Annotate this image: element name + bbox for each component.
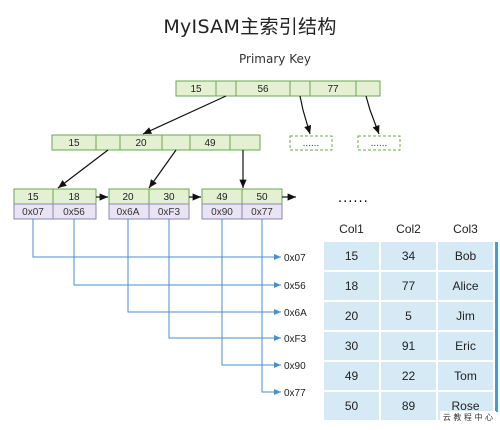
leaf-address: 0xF3: [158, 207, 181, 218]
leaf-node: 15 18 0x07 0x56: [13, 188, 97, 220]
address-pointer-line: [73, 219, 281, 288]
column-header: Col3: [453, 222, 478, 236]
table-row: 49 22 Tom: [322, 360, 495, 392]
root-key: 77: [327, 84, 339, 95]
address-pointer-line: [261, 219, 281, 395]
leaf-continuation-dots: ......: [338, 191, 369, 206]
data-table: Col1 Col2 Col3 15 34 Bob 18 77 Alice 20 …: [322, 218, 495, 422]
address-pointer-line: [221, 219, 281, 368]
leaf-address: 0x56: [63, 207, 85, 218]
row-address-label: 0x77: [284, 388, 306, 399]
table-row: 20 5 Jim: [322, 300, 495, 332]
column-header: Col1: [339, 222, 364, 236]
row-address-label: 0x56: [284, 281, 306, 292]
root-node: 15 56 77: [175, 80, 381, 97]
placeholder-dots: ......: [303, 138, 320, 149]
table-cell: Jim: [436, 300, 495, 332]
row-address-label: 0x07: [284, 253, 306, 264]
leaf-key: 49: [216, 192, 228, 203]
table-header-row: Col1 Col2 Col3: [323, 218, 494, 241]
root-key: 56: [257, 84, 269, 95]
table-cell: 91: [379, 330, 438, 362]
internal-key: 20: [135, 138, 147, 149]
leaf-key: 15: [27, 192, 39, 203]
address-pointers: [32, 219, 281, 395]
internal-key: 49: [204, 138, 216, 149]
leaf-address: 0x90: [211, 207, 233, 218]
table-cell: 15: [322, 240, 381, 272]
table-cell: 20: [322, 300, 381, 332]
table-cell: 50: [322, 390, 381, 422]
column-header: Col2: [396, 222, 421, 236]
table-row: 18 77 Alice: [322, 270, 495, 302]
leaf-key: 50: [256, 192, 268, 203]
leaf-key: 20: [122, 192, 134, 203]
internal-key: 15: [68, 138, 80, 149]
table-cell: Alice: [436, 270, 495, 302]
address-pointer-line: [168, 219, 281, 341]
table-cell: 18: [322, 270, 381, 302]
child-pointer-arrow: [142, 95, 227, 135]
table-cell: 30: [322, 330, 381, 362]
table-cell: 77: [379, 270, 438, 302]
leaf-node: 49 50 0x90 0x77: [201, 188, 283, 220]
row-address-label: 0x6A: [284, 308, 307, 319]
table-cell: 5: [379, 300, 438, 332]
child-pointer-arrow: [299, 95, 312, 135]
table-cell: 22: [379, 360, 438, 392]
leaf-address: 0x77: [251, 207, 273, 218]
table-cell: 89: [379, 390, 438, 422]
table-cell: 49: [322, 360, 381, 392]
row-address-label: 0xF3: [284, 334, 307, 345]
leaf-key: 18: [68, 192, 80, 203]
table-cell: Tom: [436, 360, 495, 392]
table-cell: Bob: [436, 240, 495, 272]
root-key: 15: [190, 84, 202, 95]
table-row: 15 34 Bob: [322, 240, 495, 272]
placeholder-dots: ......: [371, 138, 388, 149]
child-pointer-arrow: [148, 149, 177, 189]
address-pointer-line: [127, 219, 281, 315]
child-pointer-arrow: [57, 149, 109, 189]
row-address-label: 0x90: [284, 361, 306, 372]
placeholder-node: ......: [289, 135, 333, 151]
child-pointer-arrow: [365, 95, 380, 135]
address-pointer-line: [32, 219, 281, 260]
leaf-key: 30: [163, 192, 175, 203]
watermark-text: 云 教 程 中 心: [439, 411, 496, 424]
internal-node: 15 20 49: [51, 134, 261, 151]
leaf-address: 0x6A: [117, 207, 140, 218]
leaf-node: 20 30 0x6A 0xF3: [108, 188, 190, 220]
table-cell: 34: [379, 240, 438, 272]
table-row: 30 91 Eric: [322, 330, 495, 362]
placeholder-node: ......: [357, 135, 401, 151]
table-cell: Eric: [436, 330, 495, 362]
leaf-address: 0x07: [22, 207, 44, 218]
